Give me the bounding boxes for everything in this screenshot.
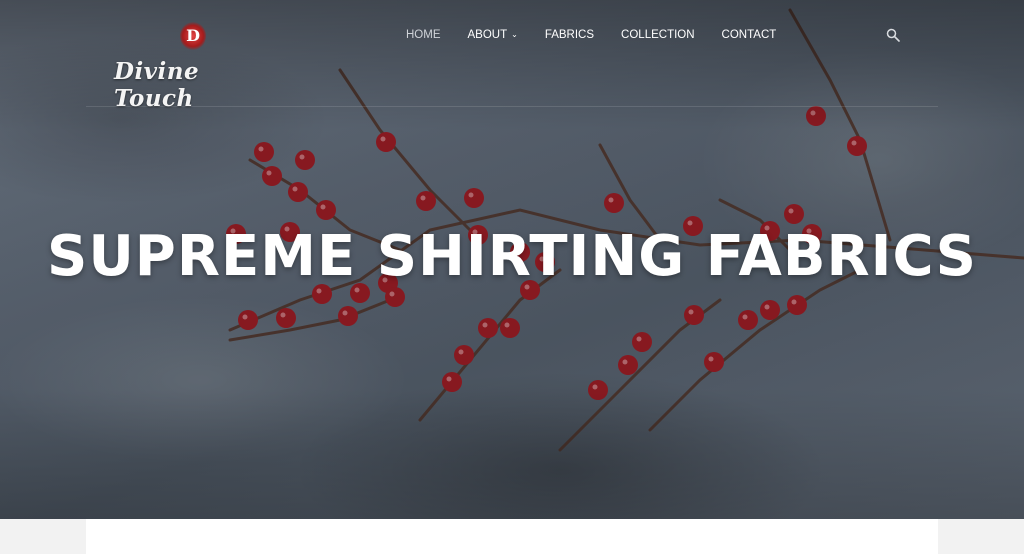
nav-item-contact[interactable]: CONTACT [722, 26, 777, 44]
main-nav: HOME ABOUT ⌄ FABRICS COLLECTION CONTACT [406, 26, 803, 44]
nav-item-fabrics[interactable]: FABRICS [545, 26, 594, 44]
logo-emblem: D [180, 22, 206, 50]
search-icon[interactable] [886, 28, 900, 42]
nav-item-label: ABOUT [467, 29, 508, 41]
hero-section: D Divine Touch HOME ABOUT ⌄ FABRICS COLL… [0, 0, 1024, 519]
nav-item-home[interactable]: HOME [406, 26, 441, 44]
nav-item-about[interactable]: ABOUT ⌄ [468, 26, 518, 44]
nav-item-collection[interactable]: COLLECTION [621, 26, 695, 44]
hero-title: SUPREME SHIRTING FABRICS [47, 224, 977, 289]
content-card [86, 519, 938, 554]
logo-wordmark: Divine Touch [114, 58, 200, 112]
site-logo[interactable]: D Divine Touch [114, 22, 269, 112]
nav-item-label: COLLECTION [621, 29, 695, 41]
site-header: D Divine Touch HOME ABOUT ⌄ FABRICS COLL… [86, 0, 938, 112]
nav-item-label: CONTACT [721, 29, 777, 41]
nav-item-label: HOME [406, 29, 441, 41]
nav-item-label: FABRICS [544, 29, 595, 41]
chevron-down-icon: ⌄ [511, 29, 518, 39]
